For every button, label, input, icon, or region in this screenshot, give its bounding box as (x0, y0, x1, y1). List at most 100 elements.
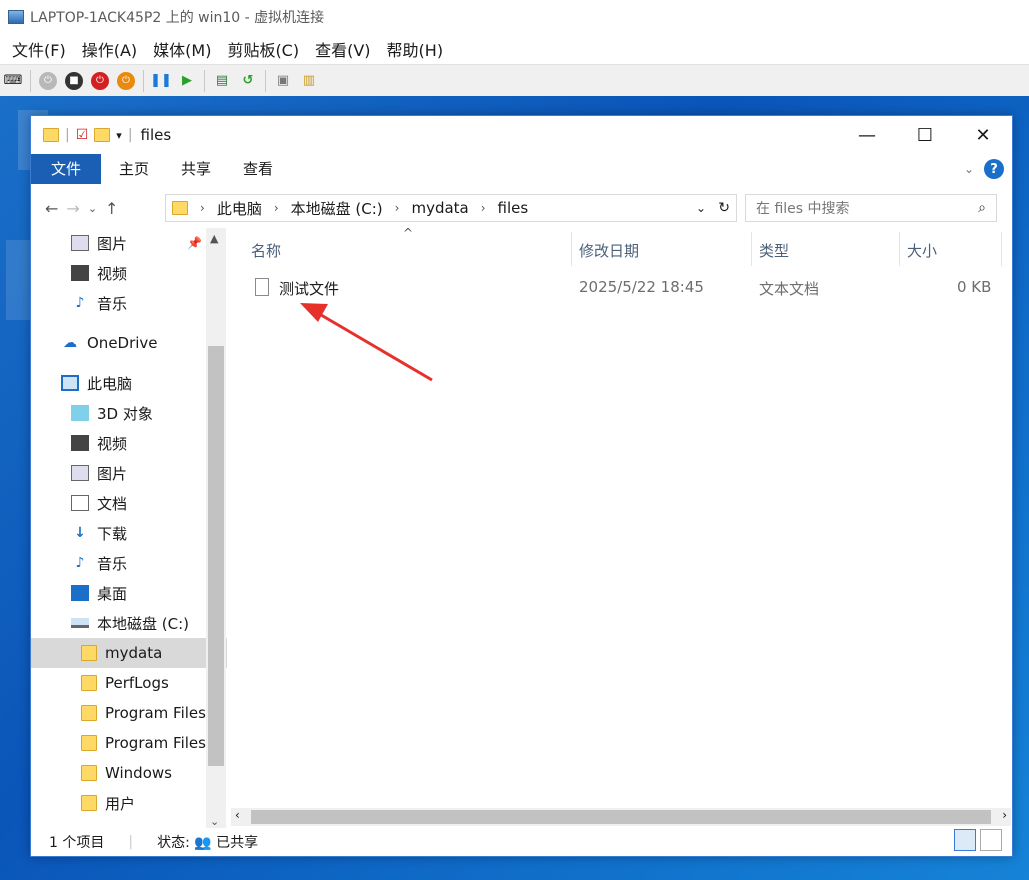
column-header-size[interactable]: 大小 (907, 236, 937, 264)
column-header-modified[interactable]: 修改日期 (579, 236, 639, 264)
address-dropdown-icon[interactable]: ⌄ (696, 201, 706, 215)
nav-item-mydata[interactable]: mydata (31, 638, 227, 668)
nav-item-onedrive[interactable]: ☁ OneDrive (31, 328, 227, 358)
download-icon: ↓ (74, 525, 86, 541)
tab-share[interactable]: 共享 (165, 154, 227, 184)
help-icon[interactable]: ? (984, 159, 1004, 179)
nav-item-videos[interactable]: 视频 (31, 428, 227, 458)
nav-item-music[interactable]: ♪ 音乐 (31, 288, 227, 318)
forward-icon[interactable]: → (66, 199, 79, 218)
tab-view[interactable]: 查看 (227, 154, 289, 184)
nav-item-music[interactable]: ♪ 音乐 (31, 548, 227, 578)
pin-icon[interactable]: 📌 (187, 236, 202, 250)
details-view-icon[interactable] (954, 829, 976, 851)
nav-item-label: PerfLogs (105, 674, 169, 692)
breadcrumb-separator[interactable]: › (200, 201, 205, 215)
desktop-icon-edge[interactable] (6, 240, 30, 320)
nav-item-local-disk[interactable]: 本地磁盘 (C:) (31, 608, 227, 638)
turn-off-icon[interactable]: ■ (63, 70, 85, 92)
menu-clipboard[interactable]: 剪贴板(C) (219, 37, 307, 61)
nav-item-desktop[interactable]: 桌面 (31, 578, 227, 608)
nav-item-label: 此电脑 (87, 374, 133, 393)
horizontal-scrollbar-thumb[interactable] (251, 810, 991, 824)
qat-dropdown-icon[interactable]: ▾ (116, 129, 122, 142)
folder-icon (81, 735, 97, 751)
scroll-right-icon[interactable]: › (1002, 808, 1007, 822)
expand-ribbon-icon[interactable]: ⌄ (964, 162, 974, 176)
nav-item-label: Program Files (105, 734, 206, 752)
nav-item-windows[interactable]: Windows (31, 758, 227, 788)
search-input[interactable]: 在 files 中搜索 ⌕ (745, 194, 997, 222)
pictures-icon (71, 465, 89, 481)
breadcrumb-this-pc[interactable]: 此电脑 (217, 198, 262, 219)
column-header-name[interactable]: 名称 (251, 236, 281, 264)
tab-home[interactable]: 主页 (103, 154, 165, 184)
enhanced-session-icon[interactable]: ▣ (272, 70, 294, 92)
nav-item-3d-objects[interactable]: 3D 对象 (31, 398, 227, 428)
breadcrumb-local-disk[interactable]: 本地磁盘 (C:) (291, 198, 383, 219)
pause-icon[interactable]: ❚❚ (150, 70, 172, 92)
scroll-down-icon[interactable]: ⌄ (210, 815, 219, 828)
column-divider[interactable] (899, 232, 900, 266)
quick-access-toolbar: | ☑ ▾ | (31, 127, 133, 143)
minimize-button[interactable]: — (838, 116, 896, 154)
nav-item-videos[interactable]: 视频 (31, 258, 227, 288)
scroll-up-icon[interactable]: ▲ (210, 232, 218, 245)
nav-item-users[interactable]: 用户 (31, 788, 227, 818)
resume-icon[interactable]: ▶ (176, 70, 198, 92)
breadcrumb-separator[interactable]: › (395, 201, 400, 215)
nav-item-perflogs[interactable]: PerfLogs (31, 668, 227, 698)
large-icons-view-icon[interactable] (980, 829, 1002, 851)
file-name: 测试文件 (279, 280, 340, 298)
address-row: ← → ⌄ ↑ › 此电脑 › 本地磁盘 (C:) › mydata › fil… (31, 192, 1012, 224)
column-divider[interactable] (1001, 232, 1002, 266)
column-divider[interactable] (571, 232, 572, 266)
breadcrumb-mydata[interactable]: mydata (411, 199, 468, 217)
vm-toolbar: ⌨ ⏻ ■ ⏻ ⏻ ❚❚ ▶ ▤ ↺ ▣ ▥ (0, 64, 1029, 96)
nav-item-label: 本地磁盘 (C:) (97, 614, 189, 633)
start-icon[interactable]: ⏻ (37, 70, 59, 92)
nav-item-downloads[interactable]: ↓ 下载 (31, 518, 227, 548)
tab-file[interactable]: 文件 (31, 154, 101, 184)
address-bar[interactable]: › 此电脑 › 本地磁盘 (C:) › mydata › files ⌄ ↻ (165, 194, 737, 222)
recent-locations-icon[interactable]: ⌄ (88, 202, 97, 215)
ctrl-alt-del-icon[interactable]: ⌨ (2, 70, 24, 92)
breadcrumb-separator[interactable]: › (481, 201, 486, 215)
nav-item-pictures[interactable]: 图片 (31, 458, 227, 488)
back-icon[interactable]: ← (45, 199, 58, 218)
breadcrumb-separator[interactable]: › (274, 201, 279, 215)
up-icon[interactable]: ↑ (105, 199, 118, 218)
nav-scrollbar-thumb[interactable] (208, 346, 224, 766)
shared-users-icon: 👥 (194, 835, 212, 851)
nav-item-program-files-x86[interactable]: Program Files (31, 728, 227, 758)
menu-media[interactable]: 媒体(M) (145, 37, 219, 61)
refresh-icon[interactable]: ↻ (718, 200, 730, 216)
nav-item-this-pc[interactable]: 此电脑 (31, 368, 227, 398)
nav-scrollbar[interactable]: ▲ ⌄ (206, 228, 226, 828)
new-folder-icon[interactable] (94, 128, 111, 142)
column-header-type[interactable]: 类型 (759, 236, 789, 264)
menu-file[interactable]: 文件(F) (4, 37, 74, 61)
horizontal-scrollbar[interactable]: ‹ › (231, 808, 1011, 826)
menu-action[interactable]: 操作(A) (74, 37, 145, 61)
checkpoint-icon[interactable]: ▤ (211, 70, 233, 92)
breadcrumb-files[interactable]: files (498, 199, 529, 217)
nav-item-program-files[interactable]: Program Files (31, 698, 227, 728)
scroll-left-icon[interactable]: ‹ (235, 808, 240, 822)
file-row[interactable]: 测试文件 2025/5/22 18:45 文本文档 0 KB (231, 272, 1011, 302)
menu-view[interactable]: 查看(V) (307, 37, 378, 61)
nav-item-documents[interactable]: 文档 (31, 488, 227, 518)
maximize-button[interactable]: ☐ (896, 116, 954, 154)
view-switcher (954, 829, 1002, 851)
revert-icon[interactable]: ↺ (237, 70, 259, 92)
nav-item-pictures[interactable]: 图片 📌 (31, 228, 227, 258)
nav-item-label: 音乐 (97, 554, 128, 573)
vm-menu-bar: 文件(F) 操作(A) 媒体(M) 剪贴板(C) 查看(V) 帮助(H) (0, 34, 1029, 64)
close-button[interactable]: ✕ (954, 116, 1012, 154)
share-icon[interactable]: ▥ (298, 70, 320, 92)
menu-help[interactable]: 帮助(H) (379, 37, 452, 61)
properties-icon[interactable]: ☑ (76, 127, 89, 143)
save-state-icon[interactable]: ⏻ (115, 70, 137, 92)
shutdown-icon[interactable]: ⏻ (89, 70, 111, 92)
column-divider[interactable] (751, 232, 752, 266)
